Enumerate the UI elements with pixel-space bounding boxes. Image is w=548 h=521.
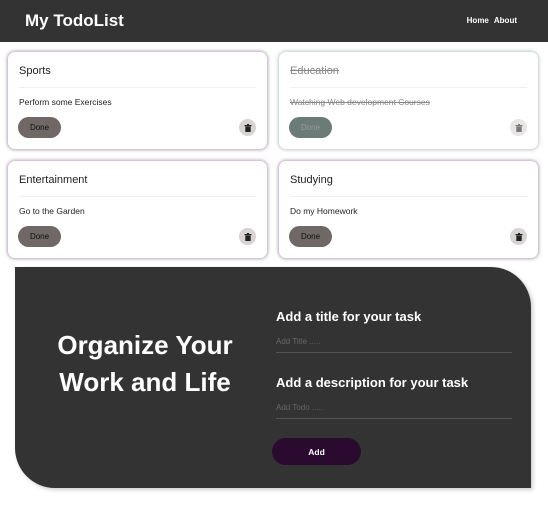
done-button[interactable]: Done <box>18 117 61 138</box>
todo-title: Sports <box>19 65 51 77</box>
trash-icon <box>244 232 251 241</box>
divider <box>290 196 527 197</box>
divider <box>290 87 527 88</box>
todo-title: Education <box>290 65 339 77</box>
divider <box>19 196 256 197</box>
todo-description: Go to the Garden <box>19 206 85 216</box>
app-title[interactable]: My TodoList <box>25 11 124 31</box>
nav-links: Home About <box>467 16 517 25</box>
todo-description: Watching Web development Courses <box>290 97 430 107</box>
todo-title: Entertainment <box>19 174 88 186</box>
delete-button[interactable] <box>510 119 527 136</box>
nav-about-link[interactable]: About <box>494 16 517 25</box>
delete-button[interactable] <box>239 228 256 245</box>
done-button[interactable]: Done <box>18 226 61 247</box>
title-input[interactable] <box>276 331 512 353</box>
todo-card: Sports Perform some Exercises Done <box>8 52 267 149</box>
todo-description: Perform some Exercises <box>19 97 112 107</box>
trash-icon <box>515 232 522 241</box>
todo-card: Entertainment Go to the Garden Done <box>8 161 267 258</box>
slogan-line: Work and Life <box>59 367 231 397</box>
trash-icon <box>515 123 522 132</box>
delete-button[interactable] <box>239 119 256 136</box>
divider <box>19 87 256 88</box>
todo-card: Studying Do my Homework Done <box>279 161 538 258</box>
todo-title: Studying <box>290 174 333 186</box>
description-label: Add a description for your task <box>276 375 469 390</box>
done-button[interactable]: Done <box>289 226 332 247</box>
todo-card: Education Watching Web development Cours… <box>279 52 538 149</box>
title-label: Add a title for your task <box>276 309 422 324</box>
slogan: Organize Your Work and Life <box>45 327 245 401</box>
todo-description: Do my Homework <box>290 206 358 216</box>
add-button[interactable]: Add <box>272 438 361 465</box>
done-button[interactable]: Done <box>289 117 332 138</box>
description-input[interactable] <box>276 397 512 419</box>
add-todo-panel: Organize Your Work and Life Add a title … <box>15 267 531 488</box>
nav-home-link[interactable]: Home <box>467 16 489 25</box>
trash-icon <box>244 123 251 132</box>
delete-button[interactable] <box>510 228 527 245</box>
slogan-line: Organize Your <box>57 330 233 360</box>
navbar: My TodoList Home About <box>0 0 548 42</box>
